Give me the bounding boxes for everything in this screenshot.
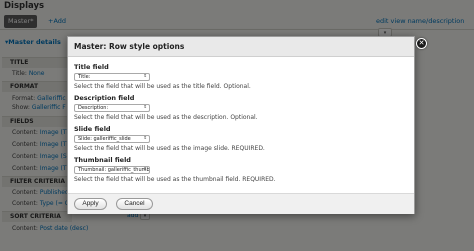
- description-field-description: Select the field that will be used as th…: [74, 114, 258, 121]
- select-arrows-icon: ⇕: [143, 74, 147, 79]
- close-button[interactable]: ✕: [416, 38, 427, 49]
- slide-field-select[interactable]: Slide: galleriffic_slide ⇕: [74, 135, 150, 143]
- title-field-description: Select the field that will be used as th…: [74, 83, 251, 90]
- select-value: Description:: [78, 105, 109, 111]
- row-style-options-dialog: Master: Row style options ✕ Title field …: [67, 36, 427, 214]
- select-value: Thumbnail: galleriffic_thumb: [78, 167, 150, 173]
- slide-field-label: Slide field: [74, 125, 111, 133]
- apply-button[interactable]: Apply: [74, 198, 107, 210]
- title-field-select[interactable]: Title: ⇕: [74, 73, 150, 81]
- select-value: Title:: [78, 74, 91, 80]
- select-arrows-icon: ⇕: [143, 167, 147, 172]
- select-value: Slide: galleriffic_slide: [78, 136, 131, 142]
- description-field-group: Description field Description: ⇕ Select t…: [74, 94, 404, 122]
- title-field-group: Title field Title: ⇕ Select the field tha…: [74, 63, 404, 91]
- dialog-title: Master: Row style options: [74, 42, 185, 51]
- description-field-label: Description field: [74, 94, 135, 102]
- slide-field-group: Slide field Slide: galleriffic_slide ⇕ Se…: [74, 125, 404, 153]
- thumbnail-field-description: Select the field that will be used as th…: [74, 176, 276, 183]
- close-icon: ✕: [418, 39, 425, 47]
- dialog-header: Master: Row style options: [68, 37, 414, 57]
- select-arrows-icon: ⇕: [143, 105, 147, 110]
- dialog-footer: Apply Cancel: [68, 193, 414, 214]
- slide-field-description: Select the field that will be used as th…: [74, 145, 265, 152]
- title-field-label: Title field: [74, 63, 109, 71]
- select-arrows-icon: ⇕: [143, 136, 147, 141]
- thumbnail-field-label: Thumbnail field: [74, 156, 131, 164]
- thumbnail-field-group: Thumbnail field Thumbnail: galleriffic_t…: [74, 156, 404, 184]
- thumbnail-field-select[interactable]: Thumbnail: galleriffic_thumb ⇕: [74, 166, 150, 174]
- description-field-select[interactable]: Description: ⇕: [74, 104, 150, 112]
- cancel-button[interactable]: Cancel: [116, 198, 153, 210]
